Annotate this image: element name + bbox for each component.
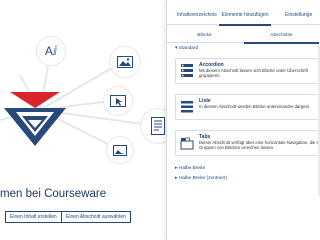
tab-add-elements[interactable]: Elemente hinzufügen [219,6,271,26]
courseware-sidebar: Inhaltsverzeichnis Elemente hinzufügen E… [166,0,320,240]
section-half-width-centered-toggle[interactable]: ▸ Halbe Breite (zentriert) [175,176,227,181]
tab-settings[interactable]: Einstellunge [285,6,312,24]
image-cursor-icon [103,86,133,116]
create-content-button[interactable]: Einen Inhalt erstellen [5,211,62,223]
element-subtabs: Blöcke Abschnitte [167,30,320,44]
block-accordion[interactable]: Accordion Mit diesem Abschnitt lassen si… [175,58,320,84]
font-ai-icon: Aⅈ [36,36,66,66]
section-standard-toggle[interactable]: ▾ Standard [175,46,198,51]
block-list[interactable]: Liste In diesem Abschnitt werden Blöcke … [175,94,320,120]
sidebar-tabs: Inhaltsverzeichnis Elemente hinzufügen E… [167,6,320,26]
gallery-icon [106,136,134,164]
subtab-blocks[interactable]: Blöcke [167,30,242,42]
section-half-width-toggle[interactable]: ▸ Halbe Breite [175,166,205,171]
accordion-icon [181,64,193,77]
welcome-heading: men bei Courseware [0,188,107,200]
tab-table-of-contents[interactable]: Inhaltsverzeichnis [177,6,217,24]
subtab-sections[interactable]: Abschnitte [244,30,319,44]
block-description: Dieser Abschnitt verfügt über eine horiz… [199,140,320,151]
block-tabs[interactable]: Tabs Dieser Abschnitt verfügt über eine … [175,130,320,156]
courseware-illustration: Aⅈ men bei Courseware Einen Inhalt erste… [0,0,176,240]
block-description: In diesem Abschnitt werden Blöcke untere… [199,104,309,109]
block-description: Mit diesem Abschnitt lassen sich Blöcke … [199,68,308,79]
tabs-icon [180,137,194,150]
list-icon [181,101,193,113]
select-section-button[interactable]: Einen Abschnitt auswählen [61,211,131,223]
image-icon [109,46,141,78]
